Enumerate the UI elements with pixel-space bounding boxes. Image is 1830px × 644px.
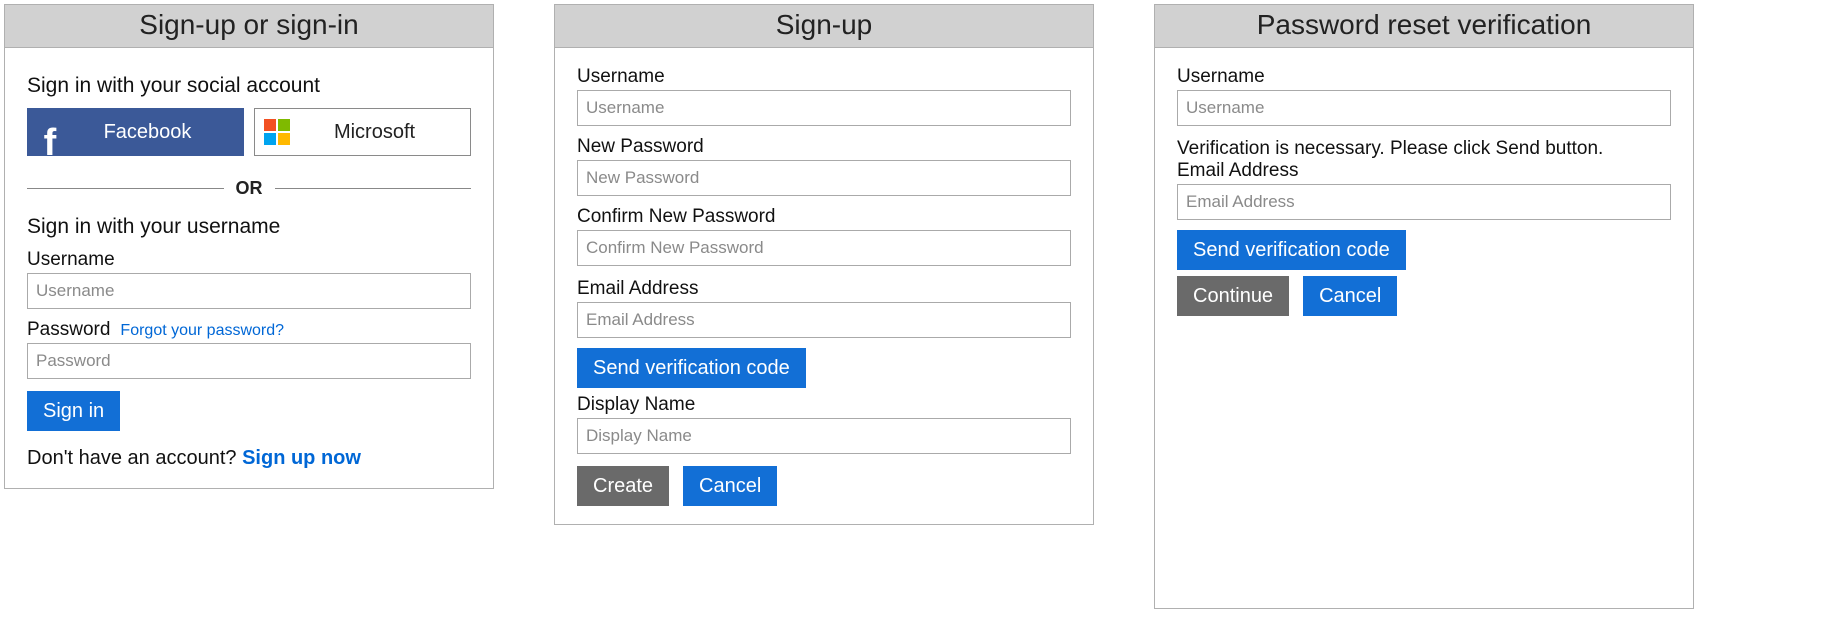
reset-send-code-button[interactable]: Send verification code [1177,230,1406,270]
newpw-label: New Password [577,136,704,158]
password-input[interactable] [27,343,471,379]
reset-username-input[interactable] [1177,90,1671,126]
display-label: Display Name [577,394,695,416]
signup-username-label: Username [577,66,665,88]
reset-panel: Password reset verification Username Ver… [1154,4,1694,609]
reset-cancel-button[interactable]: Cancel [1303,276,1397,316]
signup-email-label: Email Address [577,278,698,300]
local-heading: Sign in with your username [27,215,471,239]
create-button[interactable]: Create [577,466,669,506]
display-input[interactable] [577,418,1071,454]
newpw-input[interactable] [577,160,1071,196]
signup-email-input[interactable] [577,302,1071,338]
signin-panel: Sign-up or sign-in Sign in with your soc… [4,4,494,489]
reset-email-label: Email Address [1177,160,1298,182]
reset-info-text: Verification is necessary. Please click … [1177,138,1671,160]
reset-title: Password reset verification [1155,5,1693,48]
signin-title: Sign-up or sign-in [5,5,493,48]
microsoft-icon [255,109,299,155]
signup-panel: Sign-up Username New Password Confirm Ne… [554,4,1094,525]
facebook-label: Facebook [72,121,243,144]
microsoft-button[interactable]: Microsoft [254,108,471,156]
facebook-button[interactable]: f Facebook [27,108,244,156]
signup-title: Sign-up [555,5,1093,48]
password-label: Password [27,319,110,341]
username-label: Username [27,249,115,271]
no-account-text: Don't have an account? [27,447,242,469]
social-heading: Sign in with your social account [27,74,471,98]
microsoft-label: Microsoft [299,121,470,144]
continue-button[interactable]: Continue [1177,276,1289,316]
or-text: OR [236,178,263,199]
or-separator: OR [27,178,471,199]
signup-now-link[interactable]: Sign up now [242,447,361,469]
confirmpw-input[interactable] [577,230,1071,266]
forgot-password-link[interactable]: Forgot your password? [120,322,284,340]
confirmpw-label: Confirm New Password [577,206,776,228]
facebook-icon: f [28,109,72,155]
signin-button[interactable]: Sign in [27,391,120,431]
reset-email-input[interactable] [1177,184,1671,220]
username-input[interactable] [27,273,471,309]
signup-send-code-button[interactable]: Send verification code [577,348,806,388]
reset-username-label: Username [1177,66,1265,88]
signup-username-input[interactable] [577,90,1071,126]
signup-cancel-button[interactable]: Cancel [683,466,777,506]
